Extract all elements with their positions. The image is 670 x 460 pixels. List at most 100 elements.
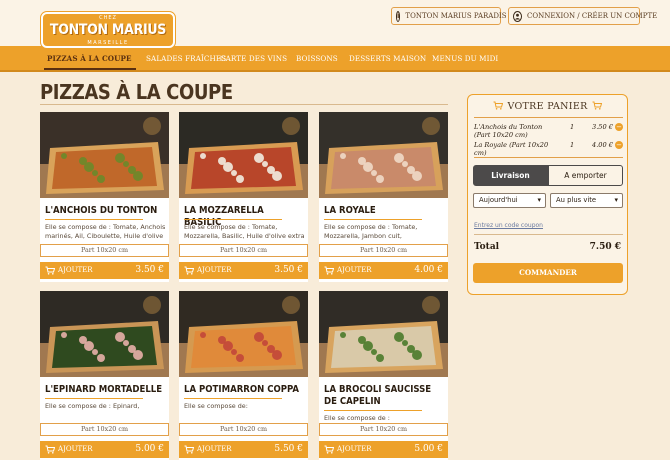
product-price: 5.50 €	[274, 444, 303, 454]
cart-icon	[592, 101, 602, 110]
remove-item-button[interactable]: −	[615, 123, 623, 131]
add-to-cart-button[interactable]: AJOUTER 3.50 €	[179, 262, 308, 279]
cart-icon	[184, 445, 194, 454]
product-name: LA POTIMARRON COPPA	[184, 384, 300, 395]
product-price: 4.00 €	[414, 265, 443, 275]
login-label: CONNEXION / CRÉER UN COMPTE	[527, 12, 658, 20]
nav-active-indicator	[44, 68, 136, 70]
product-card: LA POTIMARRON COPPA Elle se compose de: …	[179, 291, 308, 460]
product-photo	[319, 291, 448, 377]
nav-item-pizzas[interactable]: PIZZAS À LA COUPE	[47, 54, 132, 63]
takeaway-toggle[interactable]: A emporter	[548, 165, 623, 186]
add-label: AJOUTER	[197, 266, 232, 274]
nav-item-salades[interactable]: SALADES FRAÎCHES	[146, 54, 226, 63]
cart-divider	[474, 117, 623, 118]
product-photo	[319, 112, 448, 198]
title-divider	[40, 104, 448, 105]
product-name: L'ANCHOIS DU TONTON	[45, 205, 158, 216]
cart-line-qty: 1	[570, 123, 575, 131]
delivery-toggle[interactable]: Livraison	[473, 165, 548, 186]
product-card: L'EPINARD MORTADELLE Elle se compose de …	[40, 291, 169, 460]
add-to-cart-button[interactable]: AJOUTER 3.50 €	[40, 262, 169, 279]
product-name-divider	[45, 219, 143, 220]
product-description: Elle se compose de:	[184, 402, 248, 410]
cart-line-price: 4.00 €	[592, 141, 613, 149]
product-photo	[179, 291, 308, 377]
product-card: L'ANCHOIS DU TONTON Elle se compose de :…	[40, 112, 169, 282]
coupon-link[interactable]: Entrez un code coupon	[474, 222, 543, 229]
total-value: 7.50 €	[589, 242, 621, 252]
add-label: AJOUTER	[58, 445, 93, 453]
cart-icon	[184, 266, 194, 275]
product-name-divider	[45, 398, 143, 399]
product-card: LA ROYALE Elle se compose de : Tomate, M…	[319, 112, 448, 282]
product-photo	[40, 112, 169, 198]
add-to-cart-button[interactable]: AJOUTER 5.00 €	[40, 441, 169, 458]
cart-title: VOTRE PANIER	[507, 101, 588, 112]
nav-item-boissons[interactable]: BOISSONS	[296, 54, 338, 63]
product-card: LA MOZZARELLA BASILIC Elle se compose de…	[179, 112, 308, 282]
cart-line-name: La Royale (Part 10x20 cm)	[474, 141, 549, 157]
paradis-button[interactable]: i TONTON MARIUS PARADIS	[391, 7, 507, 25]
nav-item-menus[interactable]: MENUS DU MIDI	[432, 54, 498, 63]
cart-line-price: 3.50 €	[592, 123, 613, 131]
cart-panel: VOTRE PANIER L'Anchois du Tonton (Part 1…	[467, 94, 628, 295]
add-to-cart-button[interactable]: AJOUTER 4.00 €	[319, 262, 448, 279]
product-card: LA BROCOLI SAUCISSE DE CAPELIN Elle se c…	[319, 291, 448, 460]
portion-size[interactable]: Part 10x20 cm	[40, 244, 169, 257]
portion-size[interactable]: Part 10x20 cm	[179, 423, 308, 436]
cart-icon	[324, 266, 334, 275]
login-button[interactable]: CONNEXION / CRÉER UN COMPTE	[508, 7, 657, 25]
add-to-cart-button[interactable]: AJOUTER 5.50 €	[179, 441, 308, 458]
product-name: L'EPINARD MORTADELLE	[45, 384, 163, 395]
paradis-label: TONTON MARIUS PARADIS	[405, 12, 507, 20]
user-icon	[513, 10, 522, 22]
cart-icon	[45, 445, 55, 454]
remove-item-button[interactable]: −	[615, 141, 623, 149]
add-label: AJOUTER	[197, 445, 232, 453]
logo-chez: CHEZ	[99, 15, 117, 21]
product-description: Elle se compose de :	[324, 414, 390, 422]
order-button[interactable]: COMMANDER	[473, 263, 623, 283]
portion-size[interactable]: Part 10x20 cm	[40, 423, 169, 436]
product-description: Elle se compose de : Tomate, Anchois mar…	[45, 223, 166, 240]
product-price: 3.50 €	[274, 265, 303, 275]
day-select[interactable]: Aujourd'hui ▾	[473, 193, 546, 208]
time-select[interactable]: Au plus vite ▾	[550, 193, 623, 208]
cart-line-name: L'Anchois du Tonton (Part 10x20 cm)	[474, 123, 543, 139]
portion-size[interactable]: Part 10x20 cm	[179, 244, 308, 257]
product-description: Elle se compose de : Tomate, Mozzarella,…	[324, 223, 418, 240]
day-select-value: Aujourd'hui	[479, 196, 518, 204]
add-label: AJOUTER	[337, 266, 372, 274]
cart-header: VOTRE PANIER	[468, 101, 627, 112]
page-title: PIZZAS À LA COUPE	[40, 80, 233, 104]
chevron-down-icon: ▾	[614, 196, 618, 204]
cart-icon	[45, 266, 55, 275]
time-select-value: Au plus vite	[556, 196, 597, 204]
add-label: AJOUTER	[58, 266, 93, 274]
portion-size[interactable]: Part 10x20 cm	[319, 244, 448, 257]
product-description: Elle se compose de : Epinard,	[45, 402, 140, 410]
cart-line-qty: 1	[570, 141, 575, 149]
product-name: LA MOZZARELLA BASILIC	[184, 205, 264, 228]
nav-item-vins[interactable]: CARTE DES VINS	[220, 54, 287, 63]
chevron-down-icon: ▾	[537, 196, 541, 204]
logo-name: TONTON MARIUS	[49, 22, 167, 38]
product-price: 5.00 €	[135, 444, 164, 454]
product-price: 3.50 €	[135, 265, 164, 275]
nav-item-desserts[interactable]: DESSERTS MAISON	[349, 54, 426, 63]
product-photo	[179, 112, 308, 198]
portion-size[interactable]: Part 10x20 cm	[319, 423, 448, 436]
cart-divider	[474, 234, 623, 235]
logo[interactable]: CHEZ TONTON MARIUS MARSEILLE	[41, 12, 175, 48]
logo-city: MARSEILLE	[87, 40, 129, 46]
product-name-divider	[184, 219, 282, 220]
info-icon: i	[396, 10, 401, 22]
product-name-divider	[324, 219, 422, 220]
add-to-cart-button[interactable]: AJOUTER 5.00 €	[319, 441, 448, 458]
main-nav: PIZZAS À LA COUPE SALADES FRAÎCHES CARTE…	[0, 46, 670, 72]
cart-icon	[324, 445, 334, 454]
product-name-divider	[324, 410, 422, 411]
add-label: AJOUTER	[337, 445, 372, 453]
product-photo	[40, 291, 169, 377]
